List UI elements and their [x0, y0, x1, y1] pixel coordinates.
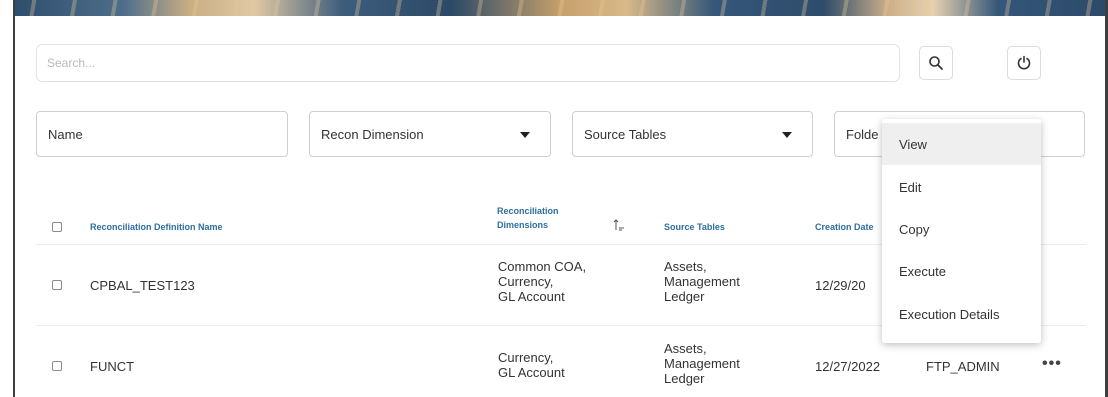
- power-icon: [1017, 55, 1031, 70]
- menu-item-execute[interactable]: Execute: [882, 250, 1041, 292]
- recon-dimension-label: Recon Dimension: [321, 126, 424, 142]
- dimensions-cell: Common COA, Currency, GL Account: [496, 259, 588, 304]
- chevron-down-icon: [782, 132, 792, 138]
- source-tables-cell: Assets, Management Ledger: [664, 259, 740, 304]
- source-table-value: Assets,: [664, 259, 707, 274]
- chevron-down-icon: [520, 132, 530, 138]
- column-header-dimensions-line2: Dimensions: [497, 220, 549, 230]
- dimension-value: Currency,: [498, 350, 554, 365]
- name-filter-label: Name: [48, 126, 83, 142]
- column-header-source-tables[interactable]: Source Tables: [664, 222, 725, 232]
- source-table-value: Ledger: [664, 289, 705, 304]
- search-input[interactable]: Search...: [36, 44, 900, 82]
- source-table-value: Management: [664, 356, 740, 371]
- reset-button[interactable]: [1007, 46, 1041, 80]
- column-header-creation-date[interactable]: Creation Date: [815, 222, 874, 232]
- name-filter[interactable]: Name: [36, 111, 288, 157]
- search-button[interactable]: [919, 46, 953, 80]
- context-menu: View Edit Copy Execute Execution Details: [882, 119, 1041, 343]
- folder-label: Folde: [846, 126, 879, 142]
- row-checkbox[interactable]: [52, 280, 62, 290]
- column-header-name[interactable]: Reconciliation Definition Name: [90, 222, 223, 232]
- dimension-value: GL Account: [498, 365, 565, 380]
- source-tables-cell: Assets, Management Ledger: [664, 341, 740, 386]
- header-banner: [14, 0, 1108, 16]
- search-icon: [929, 56, 943, 70]
- window-border-left: [13, 0, 15, 397]
- source-table-value: Assets,: [664, 341, 707, 356]
- menu-item-execution-details[interactable]: Execution Details: [882, 293, 1041, 335]
- owner: FTP_ADMIN: [926, 359, 1000, 374]
- source-table-value: Ledger: [664, 371, 705, 386]
- menu-item-edit[interactable]: Edit: [882, 166, 1041, 208]
- creation-date: 12/27/2022: [815, 359, 881, 374]
- definition-name[interactable]: CPBAL_TEST123: [90, 278, 195, 293]
- select-all-checkbox[interactable]: [52, 222, 62, 232]
- row-actions-button[interactable]: •••: [1042, 356, 1062, 372]
- dimension-value: GL Account: [498, 289, 565, 304]
- search-placeholder: Search...: [47, 56, 96, 70]
- menu-item-copy[interactable]: Copy: [882, 208, 1041, 250]
- column-header-dimensions-line1: Reconciliation: [497, 206, 559, 216]
- menu-item-view[interactable]: View: [882, 123, 1041, 165]
- source-table-value: Management: [664, 274, 740, 289]
- dimension-value: Common COA,: [497, 259, 587, 274]
- column-header-dimensions[interactable]: Reconciliation Dimensions: [497, 206, 559, 230]
- definition-name[interactable]: FUNCT: [90, 359, 134, 374]
- sort-icon[interactable]: [613, 219, 625, 231]
- creation-date: 12/29/20: [815, 278, 866, 293]
- dimension-value: Currency,: [498, 274, 554, 289]
- source-tables-select[interactable]: Source Tables: [572, 111, 813, 157]
- row-checkbox[interactable]: [52, 361, 62, 371]
- dimensions-cell: Currency, GL Account: [498, 350, 565, 380]
- source-tables-label: Source Tables: [584, 126, 667, 142]
- recon-dimension-select[interactable]: Recon Dimension: [309, 111, 551, 157]
